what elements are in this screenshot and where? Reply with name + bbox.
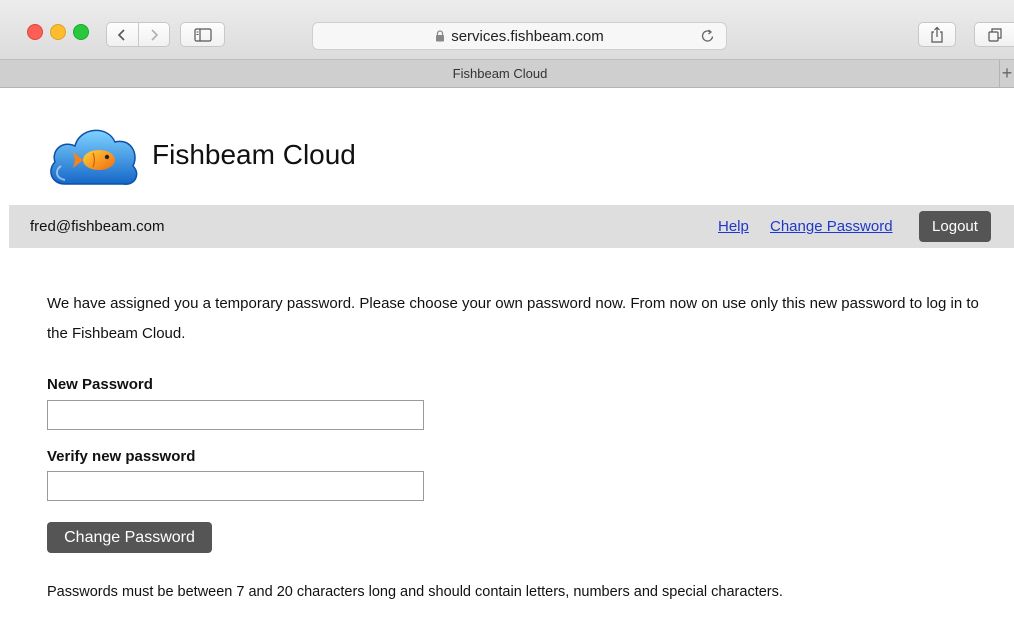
help-link[interactable]: Help: [718, 205, 749, 248]
reload-icon[interactable]: [700, 27, 716, 50]
fish-cloud-logo: [50, 129, 138, 185]
brand-title: Fishbeam Cloud: [152, 139, 356, 170]
new-password-label: New Password: [47, 376, 153, 393]
show-tabs-button[interactable]: [974, 22, 1014, 47]
sidebar-button[interactable]: [180, 22, 225, 47]
tab-title: Fishbeam Cloud: [452, 66, 548, 81]
forward-button[interactable]: [137, 23, 170, 46]
verify-password-label: Verify new password: [47, 448, 196, 465]
intro-text: We have assigned you a temporary passwor…: [47, 295, 979, 342]
new-tab-button[interactable]: +: [999, 60, 1014, 87]
minimize-window-button[interactable]: [50, 24, 66, 40]
tab-bar: Fishbeam Cloud +: [0, 60, 1014, 88]
close-window-button[interactable]: [27, 24, 43, 40]
change-password-button[interactable]: Change Password: [47, 522, 212, 553]
browser-window: services.fishbeam.com Fishbeam Cloud + F…: [0, 0, 1014, 626]
logout-button[interactable]: Logout: [919, 211, 991, 242]
change-password-link[interactable]: Change Password: [770, 205, 893, 248]
plus-icon: +: [1001, 63, 1013, 83]
user-email: fred@fishbeam.com: [30, 218, 165, 235]
web-page: Fishbeam Cloud fred@fishbeam.com Help Ch…: [9, 88, 1014, 626]
new-password-field[interactable]: [47, 400, 424, 430]
password-requirements-note: Passwords must be between 7 and 20 chara…: [47, 584, 783, 600]
tab-fishbeam-cloud[interactable]: Fishbeam Cloud: [0, 60, 1000, 87]
address-bar[interactable]: services.fishbeam.com: [312, 22, 727, 50]
zoom-window-button[interactable]: [73, 24, 89, 40]
lock-icon: [435, 30, 445, 42]
forward-icon: [151, 28, 158, 41]
back-icon: [118, 28, 125, 41]
share-icon: [931, 26, 943, 43]
back-button[interactable]: [107, 23, 138, 46]
share-button[interactable]: [918, 22, 956, 47]
browser-toolbar: services.fishbeam.com: [0, 0, 1014, 60]
user-bar: fred@fishbeam.com Help Change Password L…: [9, 205, 1014, 248]
sidebar-icon: [193, 27, 212, 42]
verify-password-field[interactable]: [47, 471, 424, 501]
tabs-icon: [987, 27, 1002, 42]
back-forward-group: [106, 22, 170, 47]
address-url: services.fishbeam.com: [451, 27, 604, 45]
